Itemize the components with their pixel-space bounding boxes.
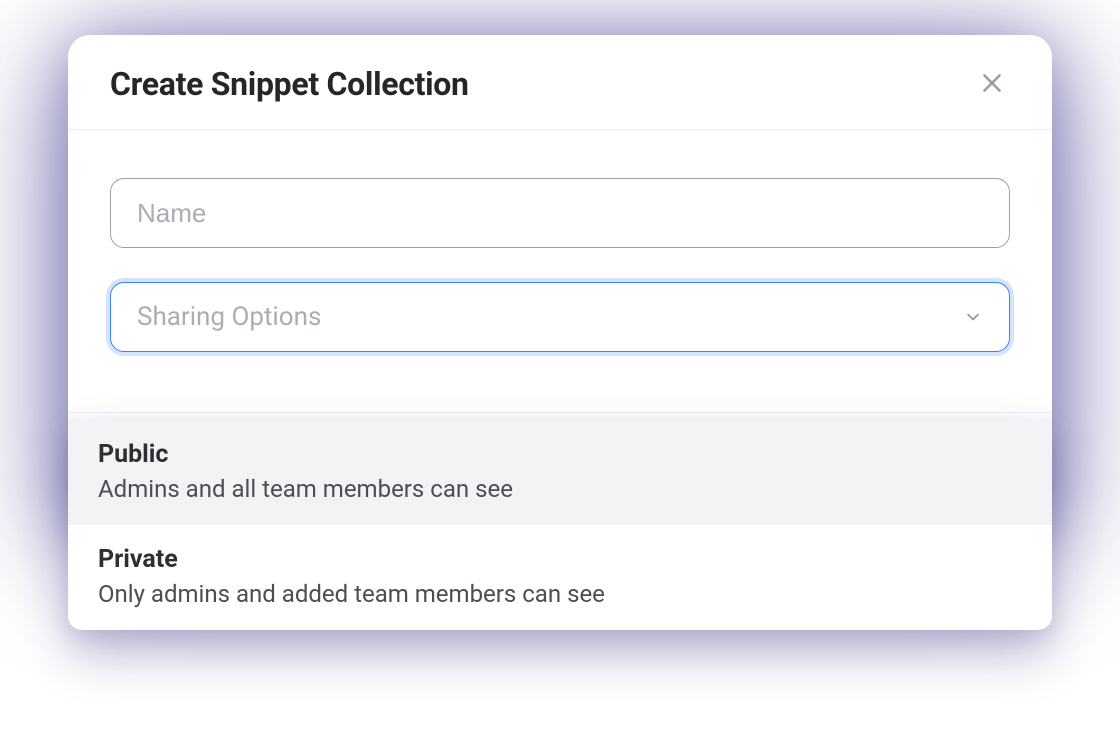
modal-header: Create Snippet Collection — [68, 35, 1052, 130]
sharing-option-private[interactable]: Private Only admins and added team membe… — [68, 525, 1052, 630]
option-desc: Admins and all team members can see — [98, 475, 1022, 503]
chevron-down-icon — [963, 307, 983, 327]
close-button[interactable] — [974, 66, 1010, 102]
option-title: Public — [98, 440, 1022, 469]
sharing-options-placeholder: Sharing Options — [137, 302, 321, 332]
name-input[interactable] — [110, 178, 1010, 248]
modal-body: Sharing Options — [68, 130, 1052, 372]
sharing-option-public[interactable]: Public Admins and all team members can s… — [68, 420, 1052, 525]
option-desc: Only admins and added team members can s… — [98, 580, 1022, 608]
sharing-options-select[interactable]: Sharing Options — [110, 282, 1010, 352]
modal-title: Create Snippet Collection — [110, 65, 469, 103]
option-title: Private — [98, 545, 1022, 574]
close-icon — [979, 70, 1005, 99]
sharing-options-dropdown: Public Admins and all team members can s… — [68, 420, 1052, 630]
